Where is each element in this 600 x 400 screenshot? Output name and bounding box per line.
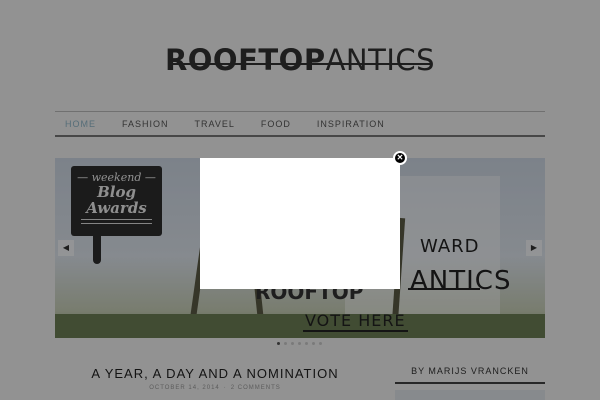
- popup-modal: [200, 158, 400, 289]
- close-icon[interactable]: ✕: [393, 151, 407, 165]
